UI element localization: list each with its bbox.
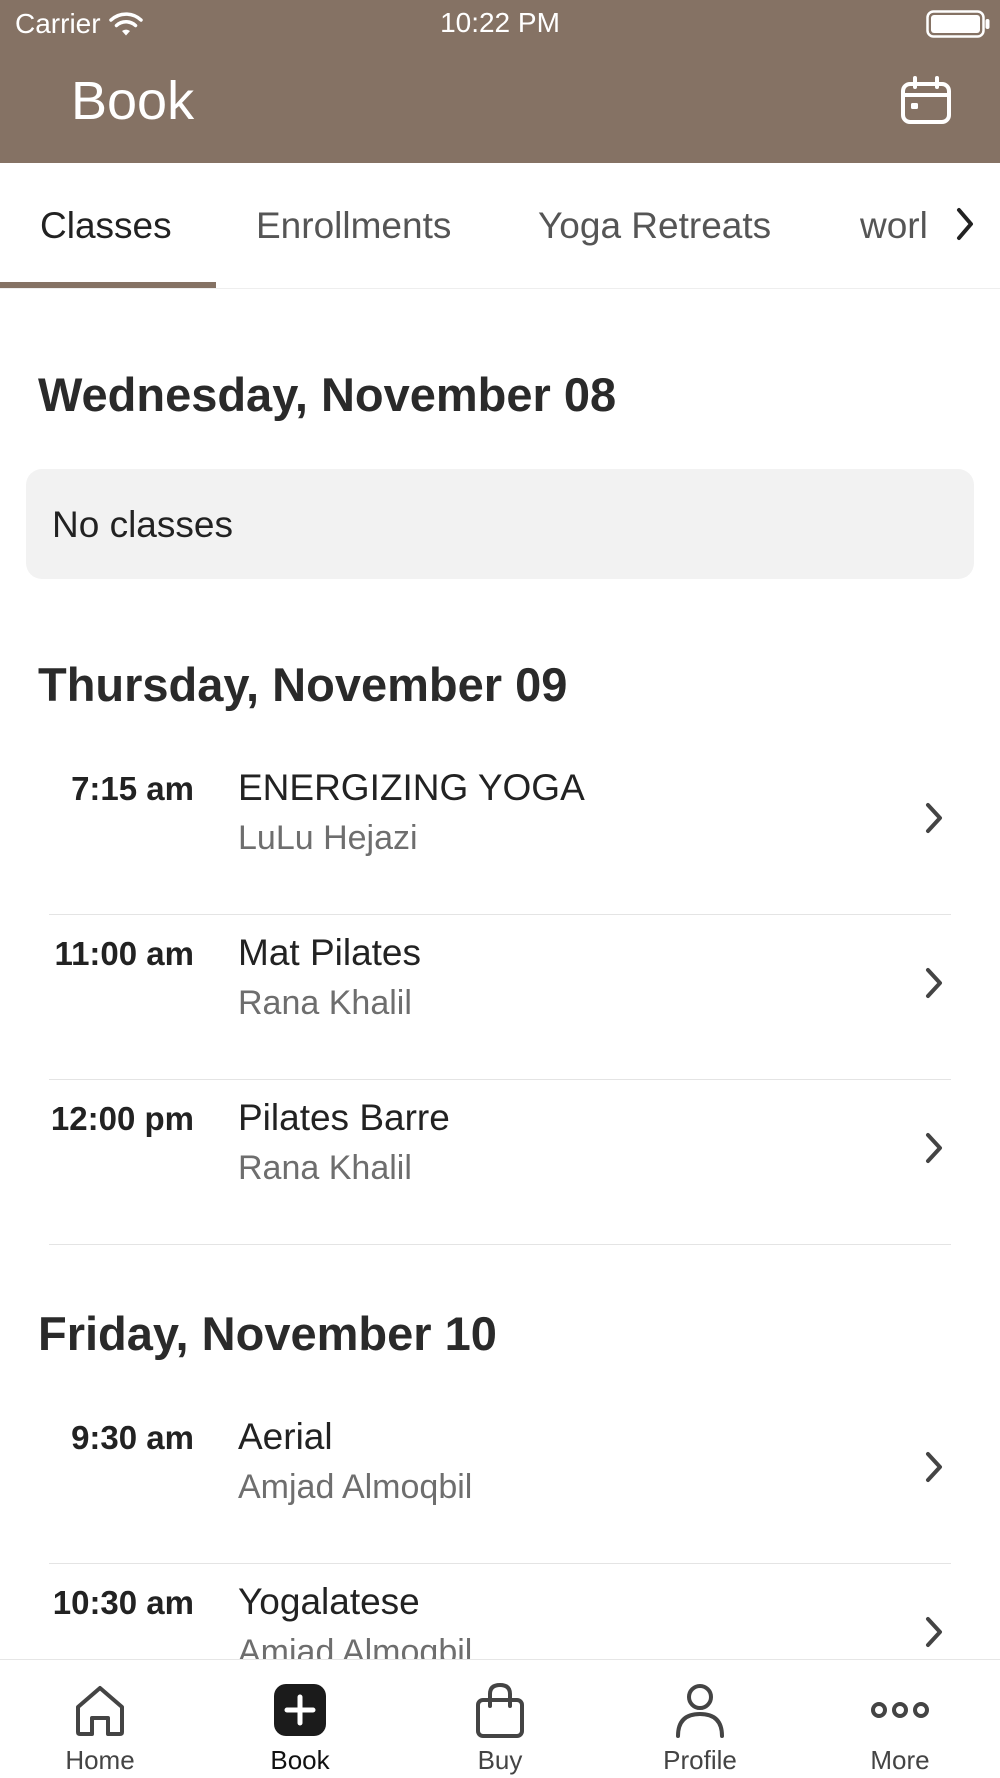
nav-home[interactable]: Home (0, 1660, 200, 1778)
empty-state-text: No classes (52, 504, 233, 545)
class-instructor: Amjad Almoqbil (238, 1468, 473, 1506)
nav-profile[interactable]: Profile (600, 1660, 800, 1778)
class-row[interactable]: 9:30 am Aerial Amjad Almoqbil (0, 1399, 1000, 1564)
day-heading: Friday, November 10 (38, 1307, 497, 1360)
class-row[interactable]: 11:00 am Mat Pilates Rana Khalil (0, 915, 1000, 1080)
chevron-right-icon (926, 803, 942, 833)
day-heading: Wednesday, November 08 (38, 368, 617, 421)
class-time: 9:30 am (71, 1419, 194, 1456)
class-time: 10:30 am (52, 1584, 194, 1621)
class-time: 11:00 am (54, 935, 194, 972)
status-bar: Carrier 10:22 PM (0, 0, 1000, 44)
day-heading: Thursday, November 09 (38, 658, 568, 711)
nav-label: Buy (477, 1745, 523, 1775)
chevron-right-icon (926, 1133, 942, 1163)
class-name: Aerial (238, 1416, 333, 1457)
empty-state-card: No classes (26, 469, 974, 579)
chevron-right-icon (926, 1452, 942, 1482)
chevron-right-icon (926, 968, 942, 998)
active-tab-indicator (0, 282, 216, 288)
shopping-bag-icon (476, 1682, 524, 1738)
nav-label: Profile (663, 1745, 737, 1775)
nav-more[interactable]: More (800, 1660, 1000, 1778)
class-row[interactable]: 10:30 am Yogalatese Amjad Almoqbil (0, 1564, 1000, 1659)
chevron-right-icon (926, 1617, 942, 1647)
app-header: Carrier 10:22 PM Book (0, 0, 1000, 163)
class-instructor: Rana Khalil (238, 984, 412, 1022)
bottom-tab-bar: Home Book Buy Profile More (0, 1659, 1000, 1778)
class-row[interactable]: 12:00 pm Pilates Barre Rana Khalil (0, 1080, 1000, 1245)
tab-yoga-retreats[interactable]: Yoga Retreats (538, 205, 771, 247)
class-instructor: LuLu Hejazi (238, 819, 418, 857)
person-icon (676, 1684, 724, 1738)
class-name: Yogalatese (238, 1581, 420, 1622)
home-icon (76, 1686, 124, 1736)
page-title: Book (71, 71, 195, 131)
battery-icon (926, 10, 990, 38)
plus-square-icon (274, 1684, 326, 1736)
nav-buy[interactable]: Buy (400, 1660, 600, 1778)
nav-book[interactable]: Book (200, 1660, 400, 1778)
class-time: 12:00 pm (50, 1100, 194, 1137)
chevron-right-icon[interactable] (955, 206, 975, 242)
nav-label: More (870, 1745, 930, 1775)
status-time: 10:22 PM (440, 7, 560, 38)
tab-enrollments[interactable]: Enrollments (256, 205, 451, 247)
class-name: Mat Pilates (238, 932, 422, 973)
row-divider (49, 1244, 951, 1245)
tab-workshops[interactable]: worl (860, 205, 932, 247)
nav-label: Book (270, 1745, 330, 1775)
nav-label: Home (65, 1745, 135, 1775)
class-instructor: Rana Khalil (238, 1149, 412, 1187)
class-time: 7:15 am (71, 770, 194, 807)
class-name: ENERGIZING YOGA (238, 767, 585, 808)
calendar-icon[interactable] (900, 76, 952, 126)
tab-bar: Classes Enrollments Yoga Retreats worl (0, 163, 1000, 289)
class-name: Pilates Barre (238, 1097, 450, 1138)
class-instructor: Amjad Almoqbil (238, 1633, 473, 1659)
more-dots-icon (871, 1702, 929, 1718)
tab-classes[interactable]: Classes (40, 205, 172, 247)
class-schedule-list: Wednesday, November 08 No classes Thursd… (0, 289, 1000, 1659)
class-row[interactable]: 7:15 am ENERGIZING YOGA LuLu Hejazi (0, 750, 1000, 915)
